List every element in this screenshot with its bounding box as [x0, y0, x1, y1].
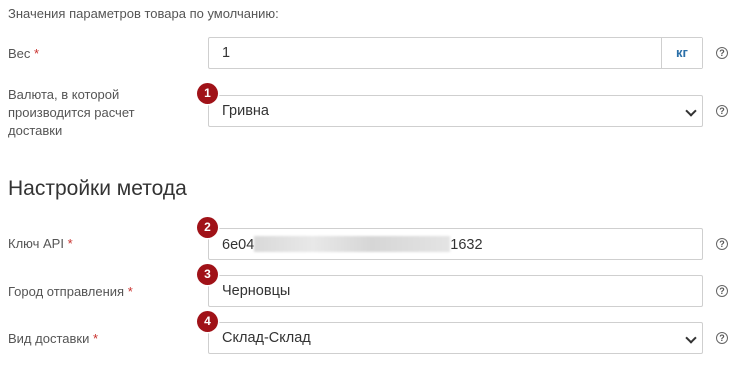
- weight-unit-addon: кг: [661, 38, 702, 68]
- weight-label-text: Вес: [8, 46, 31, 61]
- weight-input-value: 1: [222, 45, 231, 61]
- help-icon[interactable]: ?: [716, 285, 728, 297]
- required-mark: *: [34, 46, 40, 61]
- city-input-value: Черновцы: [222, 283, 291, 299]
- chevron-down-icon: [685, 105, 697, 117]
- help-icon[interactable]: ?: [716, 332, 728, 344]
- required-mark: *: [127, 284, 133, 299]
- badge-4: 4: [197, 311, 218, 332]
- required-mark: *: [92, 331, 99, 346]
- chevron-down-icon: [685, 332, 697, 344]
- api-key-prefix: 6e04: [222, 237, 255, 253]
- badge-1: 1: [197, 83, 218, 104]
- api-key-blurred: [254, 236, 451, 252]
- delivery-type-label: Вид доставки *: [8, 330, 178, 348]
- api-key-value: 6e04 1632: [222, 236, 483, 253]
- help-icon[interactable]: ?: [716, 238, 728, 250]
- defaults-note: Значения параметров товара по умолчанию:: [8, 6, 279, 21]
- delivery-type-select[interactable]: Склад-Склад: [208, 322, 703, 354]
- city-label-text: Город отправления: [8, 284, 125, 299]
- api-key-field[interactable]: 6e04 1632: [208, 228, 703, 260]
- currency-select[interactable]: Гривна: [208, 95, 703, 127]
- help-icon[interactable]: ?: [716, 47, 728, 59]
- method-settings-title: Настройки метода: [8, 177, 187, 200]
- delivery-type-select-value: Склад-Склад: [222, 330, 311, 346]
- weight-label: Вес *: [8, 45, 178, 63]
- delivery-type-label-text: Вид доставки: [8, 331, 90, 346]
- currency-label: Валюта, в которой производится расчет до…: [8, 87, 135, 138]
- badge-3: 3: [197, 264, 218, 285]
- weight-field[interactable]: 1 кг: [208, 37, 703, 69]
- city-field[interactable]: Черновцы: [208, 275, 703, 307]
- api-key-suffix: 1632: [450, 237, 483, 253]
- currency-select-value: Гривна: [222, 103, 269, 119]
- badge-2: 2: [197, 217, 218, 238]
- api-key-label-text: Ключ API: [8, 236, 64, 251]
- help-icon[interactable]: ?: [716, 105, 728, 117]
- city-label: Город отправления *: [8, 283, 178, 301]
- api-key-label: Ключ API *: [8, 235, 178, 253]
- required-mark: *: [67, 236, 73, 251]
